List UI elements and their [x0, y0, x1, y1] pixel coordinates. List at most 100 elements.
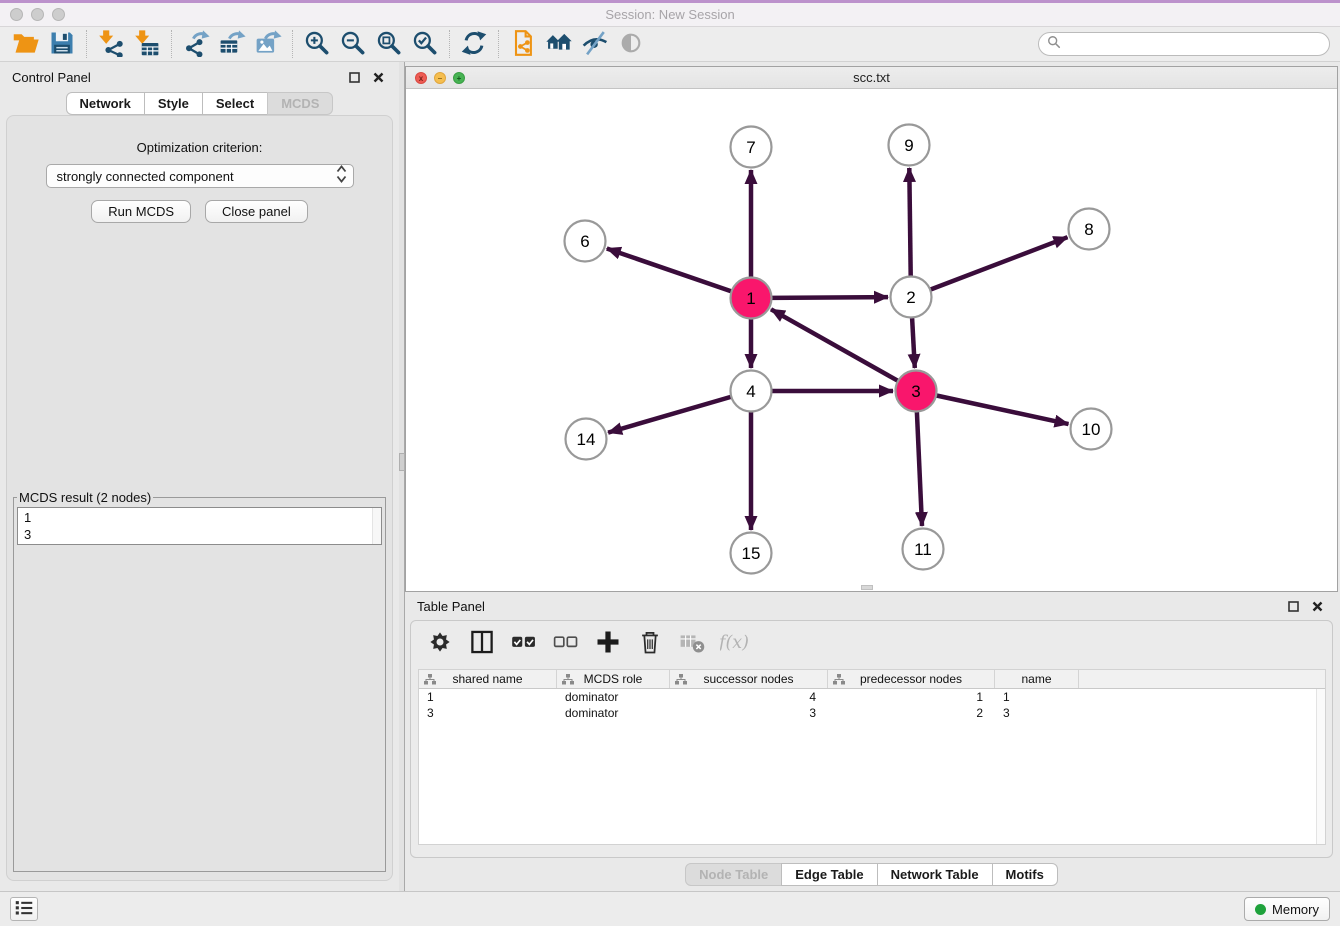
node-6[interactable]: 6 — [565, 221, 606, 262]
node-11[interactable]: 11 — [903, 529, 944, 570]
tab-network[interactable]: Network — [66, 92, 145, 115]
node-label: 2 — [906, 288, 915, 307]
optimization-criterion-select[interactable]: strongly connected component — [46, 164, 354, 188]
status-bar: Memory — [0, 891, 1340, 926]
table-cell[interactable]: 1 — [995, 689, 1079, 705]
table-cell[interactable]: dominator — [557, 689, 670, 705]
column-header-mcds-role[interactable]: MCDS role — [557, 670, 670, 688]
edge-2-9[interactable] — [909, 168, 910, 276]
float-table-panel-icon[interactable] — [1284, 597, 1302, 615]
tab-style[interactable]: Style — [144, 92, 203, 115]
zoom-in-button[interactable] — [299, 28, 335, 60]
tab-mcds[interactable]: MCDS — [267, 92, 333, 115]
save-button[interactable] — [44, 28, 80, 60]
open-file-button[interactable] — [8, 28, 44, 60]
columns-button[interactable] — [465, 626, 499, 660]
run-mcds-button[interactable]: Run MCDS — [91, 200, 191, 223]
node-10[interactable]: 10 — [1071, 409, 1112, 450]
edge-3-10[interactable] — [937, 396, 1069, 425]
tab-select[interactable]: Select — [202, 92, 268, 115]
select-all-button[interactable] — [507, 626, 541, 660]
edge-2-8[interactable] — [931, 237, 1068, 289]
edge-1-6[interactable] — [607, 249, 731, 292]
mcds-result-textarea[interactable]: 13 — [17, 507, 382, 545]
delete-table-button[interactable] — [675, 626, 709, 660]
refresh-icon — [460, 29, 488, 60]
tab-edge-table[interactable]: Edge Table — [781, 863, 877, 886]
table-cell[interactable]: 1 — [419, 689, 557, 705]
float-panel-icon[interactable] — [345, 68, 363, 86]
home-button[interactable] — [541, 28, 577, 60]
edge-1-2[interactable] — [772, 297, 888, 298]
task-history-button[interactable] — [10, 897, 38, 921]
refresh-button[interactable] — [456, 28, 492, 60]
node-label: 11 — [914, 540, 932, 559]
node-3[interactable]: 3 — [896, 371, 937, 412]
table-cell[interactable]: 2 — [828, 705, 995, 721]
export-image-icon — [254, 29, 282, 60]
zoom-in-icon — [303, 29, 331, 60]
hide-selected-button[interactable] — [577, 28, 613, 60]
node-14[interactable]: 14 — [566, 419, 607, 460]
close-panel-button[interactable]: Close panel — [205, 200, 308, 223]
show-all-button[interactable] — [613, 28, 649, 60]
table-cell[interactable]: 1 — [828, 689, 995, 705]
node-4[interactable]: 4 — [731, 371, 772, 412]
import-table-button[interactable] — [129, 28, 165, 60]
clear-selection-button[interactable] — [549, 626, 583, 660]
table-cell[interactable]: dominator — [557, 705, 670, 721]
function-button[interactable]: f(x) — [717, 626, 751, 660]
node-7[interactable]: 7 — [731, 127, 772, 168]
tab-node-table[interactable]: Node Table — [685, 863, 782, 886]
control-panel-title: Control Panel — [12, 70, 91, 85]
node-9[interactable]: 9 — [889, 125, 930, 166]
column-header-shared-name[interactable]: shared name — [419, 670, 557, 688]
edge-2-3[interactable] — [912, 318, 915, 368]
search-input[interactable] — [1066, 37, 1321, 52]
column-header-predecessor-nodes[interactable]: predecessor nodes — [828, 670, 995, 688]
toolbar-separator — [86, 30, 87, 58]
clone-network-button[interactable] — [505, 28, 541, 60]
export-table-button[interactable] — [214, 28, 250, 60]
gear-button[interactable] — [423, 626, 457, 660]
export-network-button[interactable] — [178, 28, 214, 60]
export-image-button[interactable] — [250, 28, 286, 60]
zoom-fit-button[interactable] — [371, 28, 407, 60]
tab-network-table[interactable]: Network Table — [877, 863, 993, 886]
clear-selection-icon — [552, 628, 580, 659]
tree-icon — [833, 674, 845, 688]
column-header-name[interactable]: name — [995, 670, 1079, 688]
table-scrollbar[interactable] — [1316, 689, 1325, 844]
node-1[interactable]: 1 — [731, 278, 772, 319]
table-container: f(x) shared nameMCDS rolesuccessor nodes… — [410, 620, 1333, 858]
close-panel-icon[interactable] — [369, 68, 387, 86]
close-table-panel-icon[interactable] — [1308, 597, 1326, 615]
delete-button[interactable] — [633, 626, 667, 660]
zoom-out-button[interactable] — [335, 28, 371, 60]
add-button[interactable] — [591, 626, 625, 660]
result-scrollbar[interactable] — [372, 508, 381, 544]
edge-4-14[interactable] — [608, 397, 731, 433]
table-cell[interactable]: 4 — [670, 689, 828, 705]
toolbar-separator — [292, 30, 293, 58]
table-cell[interactable]: 3 — [670, 705, 828, 721]
table-cell[interactable]: 3 — [995, 705, 1079, 721]
network-window-titlebar: x – + scc.txt — [406, 67, 1337, 89]
node-8[interactable]: 8 — [1069, 209, 1110, 250]
tab-motifs[interactable]: Motifs — [992, 863, 1058, 886]
edge-3-11[interactable] — [917, 412, 922, 526]
import-network-button[interactable] — [93, 28, 129, 60]
network-canvas[interactable]: 1 2 3 4 6 7 8 9 10 11 14 15 — [406, 89, 1337, 591]
zoom-selected-button[interactable] — [407, 28, 443, 60]
node-2[interactable]: 2 — [891, 277, 932, 318]
table-row[interactable]: 3dominator323 — [419, 705, 1325, 721]
node-15[interactable]: 15 — [731, 533, 772, 574]
network-resize-grip[interactable] — [861, 585, 873, 590]
network-window: x – + scc.txt 1 2 3 4 6 7 8 9 10 11 14 15 — [405, 66, 1338, 592]
table-row[interactable]: 1dominator411 — [419, 689, 1325, 705]
column-header-successor-nodes[interactable]: successor nodes — [670, 670, 828, 688]
edge-3-1[interactable] — [771, 309, 898, 380]
memory-button[interactable]: Memory — [1244, 897, 1330, 921]
table-cell[interactable]: 3 — [419, 705, 557, 721]
search-box[interactable] — [1038, 32, 1330, 56]
